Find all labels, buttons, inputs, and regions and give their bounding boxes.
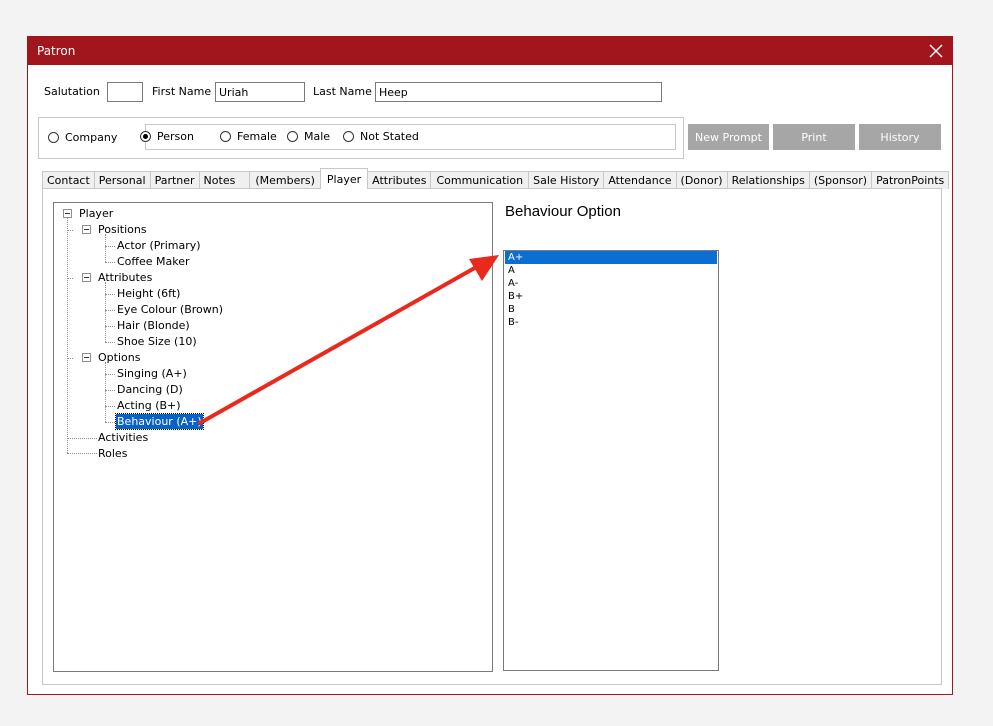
annotation-arrow-icon [198,255,499,425]
tab-player[interactable]: Player [319,168,369,189]
